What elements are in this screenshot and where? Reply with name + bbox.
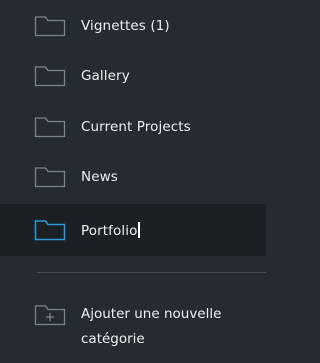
text-caret <box>138 221 140 238</box>
folder-label: News <box>81 169 118 185</box>
folder-label: Vignettes (1) <box>81 18 170 34</box>
folder-item-current-projects[interactable]: Current Projects <box>0 101 266 153</box>
folder-item-news[interactable]: News <box>0 151 266 203</box>
folder-icon <box>34 220 66 241</box>
folder-plus-icon <box>34 305 66 326</box>
folder-item-portfolio[interactable]: Portfolio <box>0 204 266 256</box>
folder-icon <box>34 117 66 138</box>
folder-label: Gallery <box>81 68 130 84</box>
folder-icon <box>34 66 66 87</box>
add-category-label: Ajouter une nouvelle catégorie <box>81 306 222 347</box>
add-category-button[interactable]: Ajouter une nouvelle catégorie <box>0 293 266 353</box>
folder-icon <box>34 167 66 188</box>
folder-label: Current Projects <box>81 119 191 135</box>
divider <box>37 272 266 273</box>
folder-item-gallery[interactable]: Gallery <box>0 50 266 102</box>
folder-name-editor[interactable]: Portfolio <box>81 221 140 239</box>
folder-label: Portfolio <box>81 222 138 239</box>
category-panel: Vignettes (1) Gallery Current Projects N… <box>0 0 266 363</box>
folder-icon <box>34 16 66 37</box>
folder-item-vignettes[interactable]: Vignettes (1) <box>0 0 266 52</box>
